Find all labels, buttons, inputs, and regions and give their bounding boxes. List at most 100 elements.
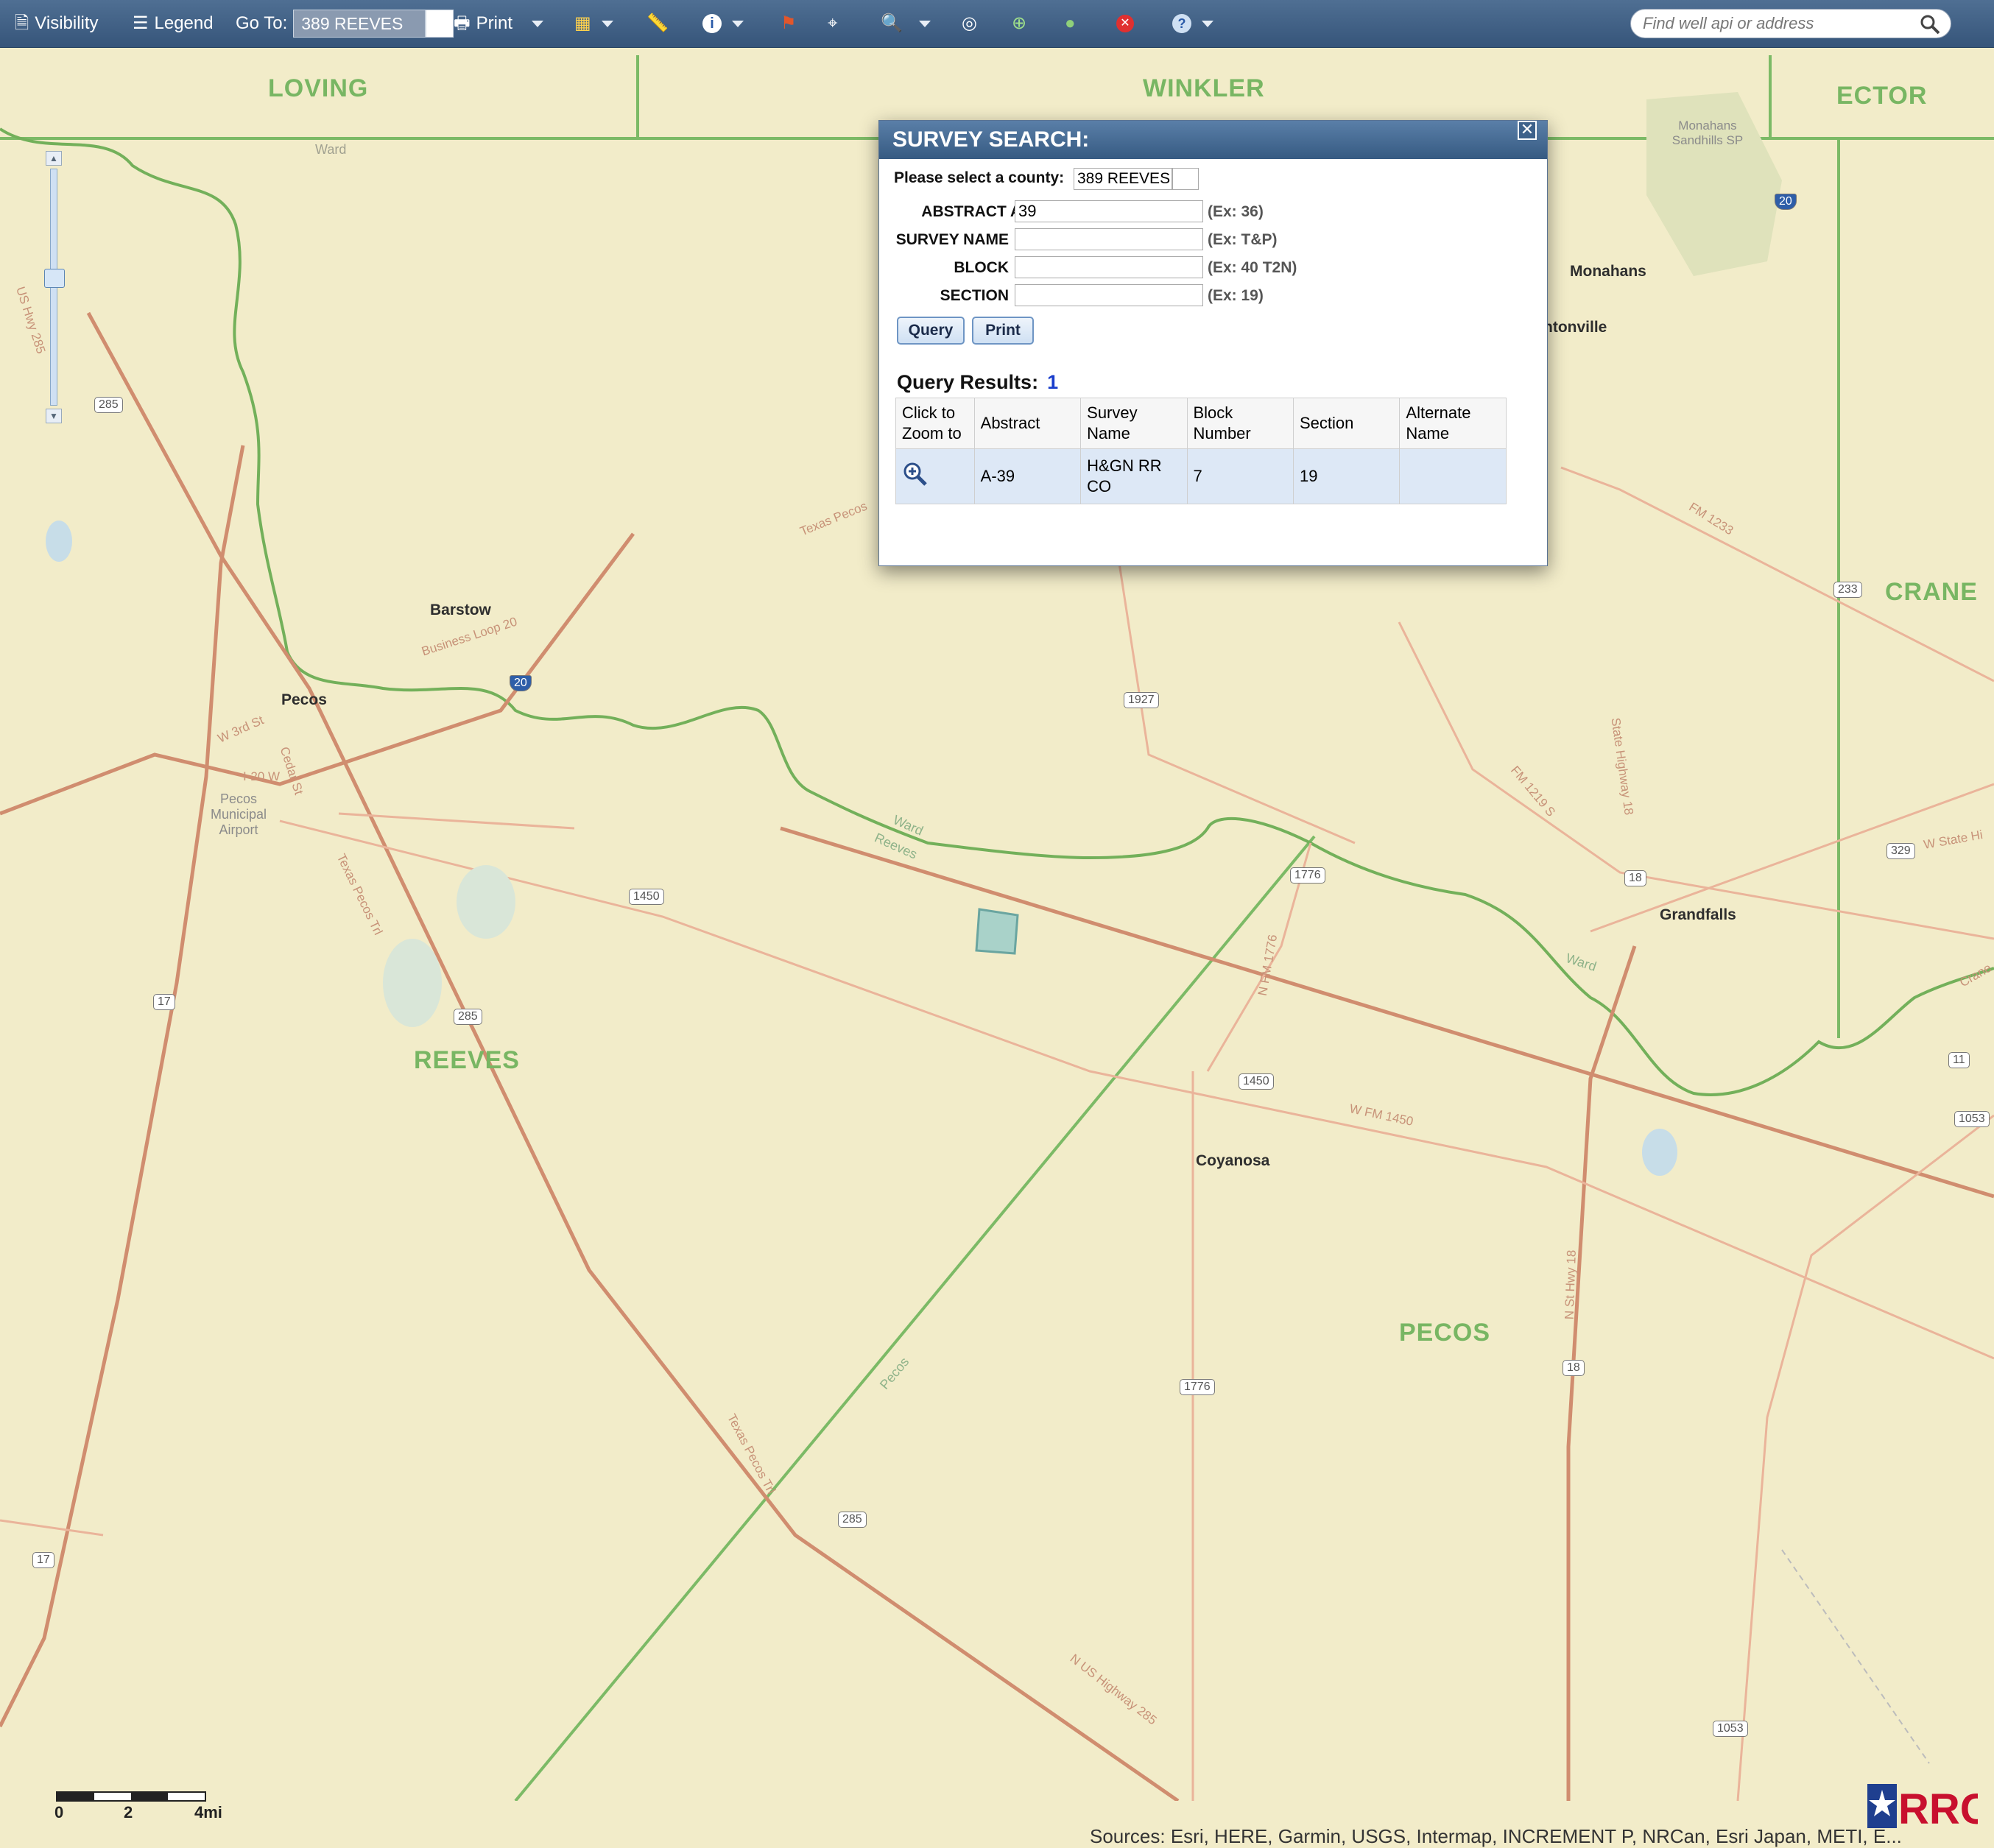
route-shield: 18 xyxy=(1563,1360,1585,1376)
chevron-down-icon xyxy=(918,20,931,27)
route-shield: 11 xyxy=(1948,1052,1970,1068)
survey-search-dialog: SURVEY SEARCH: ✕ Please select a county:… xyxy=(878,120,1548,566)
visibility-button[interactable]: 🗎 Visibility xyxy=(15,13,99,34)
zoom-handle[interactable] xyxy=(44,269,65,288)
zoom-menu[interactable]: 🔍 xyxy=(881,15,931,32)
county-select[interactable]: 389 REEVES xyxy=(1074,168,1172,190)
abstract-input[interactable]: 39 xyxy=(1015,200,1203,222)
interstate-shield: 20 xyxy=(510,675,532,691)
route-shield: 1053 xyxy=(1713,1721,1748,1737)
help-menu[interactable]: ? xyxy=(1172,14,1213,33)
town-label: Pecos xyxy=(281,691,327,708)
county-label: Please select a county: xyxy=(894,169,1065,186)
town-label: Barstow xyxy=(430,602,491,618)
county-label: CRANE xyxy=(1885,578,1978,606)
layers-menu[interactable]: ▦ xyxy=(574,15,613,32)
zoom-to-cell[interactable] xyxy=(895,448,975,504)
close-icon[interactable]: ✕ xyxy=(1518,121,1537,140)
zoom-in-button[interactable]: ▲ xyxy=(46,151,62,166)
column-header: Click to Zoom to xyxy=(895,398,975,449)
route-shield: 1776 xyxy=(1290,867,1325,884)
route-shield: 1053 xyxy=(1954,1111,1990,1127)
section-label: SECTION xyxy=(940,287,1009,304)
query-button[interactable]: Query xyxy=(897,317,965,345)
ruler-button[interactable]: 📏 xyxy=(647,15,669,32)
boundary-label: Ward xyxy=(315,142,347,157)
chevron-down-icon xyxy=(601,20,613,27)
close-circle-icon: ✕ xyxy=(1116,15,1134,32)
globe-button[interactable]: ● xyxy=(1065,15,1076,32)
locate-button[interactable]: ⊕ xyxy=(1012,15,1026,32)
grid-icon: ▦ xyxy=(574,13,591,33)
road-label: N St Hwy 18 xyxy=(1562,1249,1579,1320)
route-shield: 18 xyxy=(1624,870,1646,886)
target-icon: ⊕ xyxy=(1012,13,1027,33)
survey-name-input[interactable] xyxy=(1015,228,1203,250)
town-label: ntonville xyxy=(1543,319,1607,336)
county-dropdown[interactable] xyxy=(1172,168,1199,190)
chevron-down-icon xyxy=(1202,20,1213,27)
county-label: PECOS xyxy=(1399,1319,1491,1347)
dialog-title: SURVEY SEARCH: xyxy=(879,121,1547,159)
full-extent-button[interactable]: ◎ xyxy=(962,15,977,32)
rrc-logo-icon: RRC xyxy=(1867,1784,1978,1833)
abstract-label: ABSTRACT A- xyxy=(921,203,1026,220)
info-icon: i xyxy=(702,14,722,33)
column-header: Abstract xyxy=(973,398,1082,449)
route-shield: 285 xyxy=(838,1512,867,1528)
crosshair-button[interactable]: ⌖ xyxy=(828,15,838,32)
svg-text:RRC: RRC xyxy=(1898,1785,1978,1833)
search-icon[interactable] xyxy=(1920,14,1940,35)
clear-button[interactable]: ✕ xyxy=(1116,15,1134,32)
section-input[interactable] xyxy=(1015,284,1203,306)
route-shield: 285 xyxy=(94,397,123,413)
print-button[interactable]: 🖶 Print xyxy=(454,13,544,34)
legend-button[interactable]: ☰ Legend xyxy=(133,13,214,34)
chevron-down-icon xyxy=(532,20,544,27)
magnifier-icon: 🔍 xyxy=(881,13,903,33)
column-header: Survey Name xyxy=(1080,398,1188,449)
town-label: Monahans xyxy=(1570,263,1646,280)
section-example: (Ex: 19) xyxy=(1208,287,1264,304)
block-input[interactable] xyxy=(1015,256,1203,278)
identify-menu[interactable]: i xyxy=(702,14,744,33)
chevron-down-icon xyxy=(732,20,744,27)
zoom-out-button[interactable]: ▼ xyxy=(46,409,62,423)
zoom-slider[interactable]: ▲ ▼ xyxy=(44,151,65,431)
map-attribution: Sources: Esri, HERE, Garmin, USGS, Inter… xyxy=(1090,1825,1902,1847)
county-label: LOVING xyxy=(268,74,369,102)
survey-name-cell: H&GN RR CO xyxy=(1080,448,1188,504)
park-label: Monahans Sandhills SP xyxy=(1671,119,1744,147)
ruler-icon: 📏 xyxy=(647,13,669,33)
table-row[interactable]: A-39 H&GN RR CO 7 19 xyxy=(895,448,1507,504)
column-header: Block Number xyxy=(1186,398,1294,449)
survey-name-example: (Ex: T&P) xyxy=(1208,231,1278,248)
block-label: BLOCK xyxy=(954,259,1009,276)
survey-name-label: SURVEY NAME xyxy=(895,231,1009,248)
route-shield: 17 xyxy=(153,994,175,1010)
route-shield: 285 xyxy=(454,1009,482,1025)
interstate-shield: 20 xyxy=(1775,194,1797,210)
route-shield: 233 xyxy=(1833,582,1862,598)
county-label: REEVES xyxy=(414,1046,520,1074)
globe-icon: ● xyxy=(1065,13,1076,33)
scale-bar: 0 2 4mi xyxy=(54,1791,222,1821)
goto-dropdown[interactable] xyxy=(426,10,454,38)
list-icon: ☰ xyxy=(133,13,149,33)
zoom-in-magnifier-icon[interactable] xyxy=(902,461,929,487)
town-label: Coyanosa xyxy=(1196,1152,1270,1169)
results-count: 1 xyxy=(1047,371,1059,393)
document-icon: 🗎 xyxy=(15,13,29,33)
print-button[interactable]: Print xyxy=(972,317,1034,345)
route-shield: 17 xyxy=(32,1552,54,1568)
section-cell: 19 xyxy=(1292,448,1401,504)
town-label: Grandfalls xyxy=(1660,906,1736,923)
road-label: I-20 W xyxy=(243,769,281,783)
airport-label: Pecos Municipal Airport xyxy=(210,791,267,837)
block-cell: 7 xyxy=(1186,448,1294,504)
search-input[interactable]: Find well api or address xyxy=(1630,9,1951,38)
help-icon: ? xyxy=(1172,14,1191,33)
extent-icon: ◎ xyxy=(962,13,977,33)
flag-button[interactable]: ⚑ xyxy=(781,15,797,32)
goto-input[interactable]: 389 REEVES xyxy=(293,10,426,38)
